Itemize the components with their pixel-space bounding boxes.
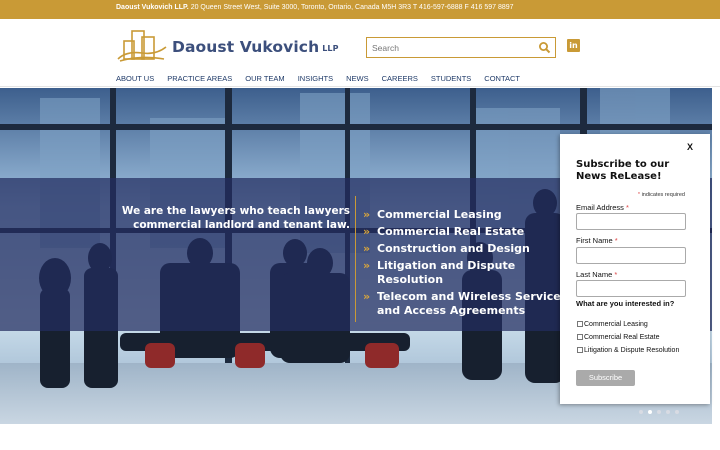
firm-address: Daoust Vukovich LLP. 20 Queen Street Wes…	[116, 4, 514, 11]
logo[interactable]: Daoust Vukovich LLP	[116, 29, 339, 63]
slider-dots	[639, 410, 679, 414]
chevron-right-icon: »	[363, 208, 371, 221]
logo-suffix: LLP	[322, 44, 339, 53]
search-icon[interactable]	[538, 41, 551, 54]
search-box	[366, 37, 556, 58]
search-input[interactable]	[372, 40, 532, 55]
newsletter-popup: X Subscribe to our News ReLease! * indic…	[560, 134, 710, 404]
logo-building-icon	[117, 30, 167, 62]
checkbox-label: Commercial Leasing	[584, 321, 648, 328]
slider-dot[interactable]	[639, 410, 643, 414]
interest-option-commercial-leasing[interactable]: Commercial Leasing	[577, 321, 697, 329]
interest-question: What are you interested in?	[576, 299, 675, 308]
nav-item-insights[interactable]: INSIGHTS	[298, 74, 333, 86]
chevron-right-icon: »	[363, 242, 371, 255]
checkbox[interactable]	[577, 334, 583, 340]
first-name-field[interactable]	[576, 247, 686, 264]
chevron-right-icon: »	[363, 225, 371, 238]
slider-dot[interactable]	[675, 410, 679, 414]
hero-tagline: We are the lawyers who teach lawyers com…	[120, 204, 350, 232]
top-info-bar: Daoust Vukovich LLP. 20 Queen Street Wes…	[0, 0, 720, 19]
linkedin-icon[interactable]: in	[567, 39, 580, 52]
nav-item-contact[interactable]: CONTACT	[484, 74, 520, 86]
main-nav: ABOUT US PRACTICE AREAS OUR TEAM INSIGHT…	[116, 74, 520, 86]
last-name-label: Last Name *	[576, 270, 617, 279]
checkbox[interactable]	[577, 347, 583, 353]
required-asterisk: *	[637, 192, 641, 198]
chevron-right-icon: »	[363, 290, 371, 303]
nav-item-careers[interactable]: CAREERS	[382, 74, 418, 86]
chevron-right-icon: »	[363, 259, 371, 272]
first-name-label: First Name *	[576, 236, 618, 245]
practice-area-label: Commercial Leasing	[377, 208, 502, 221]
practice-area-label: Litigation and Dispute Resolution	[377, 259, 516, 286]
required-asterisk: *	[614, 270, 618, 279]
tagline-line-2: commercial landlord and tenant law.	[133, 219, 350, 231]
practice-area-litigation[interactable]: » Litigation and Dispute Resolution	[363, 259, 563, 287]
checkbox-label: Commercial Real Estate	[584, 334, 660, 341]
popup-title: Subscribe to our News ReLease!	[576, 159, 670, 182]
slider-dot[interactable]	[648, 410, 652, 414]
logo-wordmark: Daoust Vukovich LLP	[172, 38, 339, 56]
hero-divider	[355, 196, 356, 322]
first-name-label-text: First Name	[576, 236, 613, 245]
nav-item-about-us[interactable]: ABOUT US	[116, 74, 154, 86]
practice-areas-list: » Commercial Leasing » Commercial Real Est…	[363, 208, 563, 321]
subscribe-button[interactable]: Subscribe	[576, 370, 635, 386]
checkbox-label: Litigation & Dispute Resolution	[584, 347, 680, 354]
nav-item-our-team[interactable]: OUR TEAM	[245, 74, 284, 86]
practice-area-construction-design[interactable]: » Construction and Design	[363, 242, 563, 256]
slider-dot[interactable]	[666, 410, 670, 414]
practice-area-label: Telecom and Wireless Service and Access …	[377, 290, 561, 317]
email-label: Email Address *	[576, 203, 629, 212]
nav-item-practice-areas[interactable]: PRACTICE AREAS	[167, 74, 232, 86]
email-label-text: Email Address	[576, 203, 624, 212]
slider-dot[interactable]	[657, 410, 661, 414]
required-note-text: indicates required	[641, 192, 685, 198]
last-name-field[interactable]	[576, 280, 686, 297]
practice-area-commercial-leasing[interactable]: » Commercial Leasing	[363, 208, 563, 222]
email-field[interactable]	[576, 213, 686, 230]
nav-item-news[interactable]: NEWS	[346, 74, 369, 86]
firm-name: Daoust Vukovich LLP.	[116, 4, 189, 11]
nav-item-students[interactable]: STUDENTS	[431, 74, 471, 86]
required-asterisk: *	[626, 203, 629, 212]
practice-area-commercial-real-estate[interactable]: » Commercial Real Estate	[363, 225, 563, 239]
interest-option-litigation[interactable]: Litigation & Dispute Resolution	[577, 347, 697, 355]
tagline-line-1: We are the lawyers who teach lawyers	[121, 205, 350, 217]
close-button[interactable]: X	[687, 142, 693, 152]
last-name-label-text: Last Name	[576, 270, 613, 279]
required-asterisk: *	[614, 236, 618, 245]
firm-contact-details: 20 Queen Street West, Suite 3000, Toront…	[188, 4, 514, 11]
practice-area-telecom[interactable]: » Telecom and Wireless Service and Access…	[363, 290, 563, 318]
practice-area-label: Commercial Real Estate	[377, 225, 525, 238]
logo-name: Daoust Vukovich	[172, 38, 320, 56]
checkbox[interactable]	[577, 321, 583, 327]
practice-area-label: Construction and Design	[377, 242, 530, 255]
interest-option-commercial-real-estate[interactable]: Commercial Real Estate	[577, 334, 697, 342]
required-note: * indicates required	[638, 192, 685, 198]
